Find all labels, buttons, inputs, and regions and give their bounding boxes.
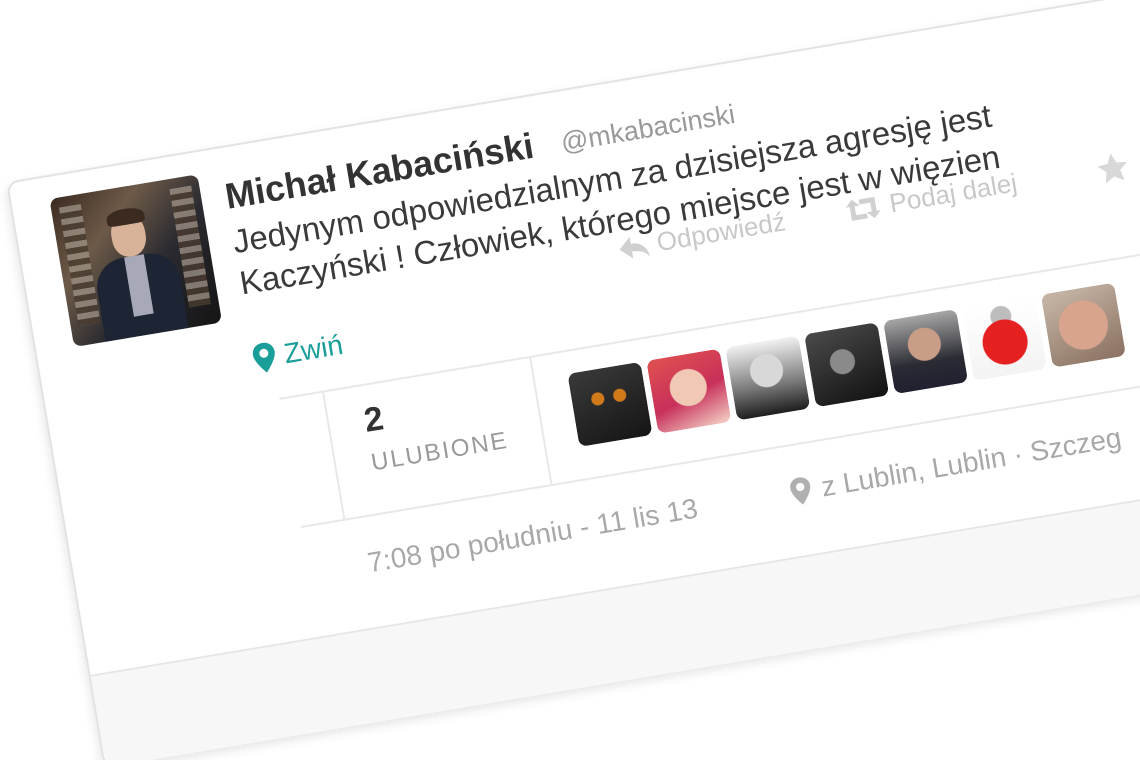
favorited-by-avatar[interactable]: [804, 322, 890, 408]
favorited-by-avatar[interactable]: [567, 361, 653, 447]
favorites-label[interactable]: ULUBIONE: [369, 427, 510, 478]
favorited-by-avatar[interactable]: [961, 295, 1048, 381]
reply-icon: [615, 231, 651, 262]
tweet-card: Michał Kabaciński @mkabacinski Jedynym o…: [6, 0, 1140, 760]
tweet-footer: [90, 427, 1140, 760]
star-icon: [1093, 149, 1132, 188]
map-pin-icon: [788, 474, 815, 507]
collapse-label: Zwiń: [281, 328, 346, 370]
favorited-by-avatar[interactable]: [882, 308, 969, 395]
favorited-by-avatar[interactable]: [1040, 282, 1127, 368]
location-label: z Lublin, Lublin · Szczeg: [818, 421, 1124, 503]
collapse-link[interactable]: Zwiń: [250, 329, 345, 376]
tweet-location[interactable]: z Lublin, Lublin · Szczeg: [787, 422, 1123, 509]
favorited-by-avatar[interactable]: [646, 348, 732, 434]
map-pin-icon: [250, 340, 279, 376]
tweet-timestamp[interactable]: 7:08 po południu - 11 lis 13: [365, 493, 700, 580]
author-avatar[interactable]: [49, 174, 223, 348]
favorited-by-avatar[interactable]: [725, 335, 811, 421]
favorite-button[interactable]: [1093, 149, 1132, 188]
stats-divider-right: [528, 355, 553, 485]
stats-divider-left: [321, 390, 346, 519]
window-decoration: [58, 203, 101, 326]
favorites-count[interactable]: 2: [361, 399, 386, 441]
retweet-icon: [842, 192, 884, 224]
stage: Michał Kabaciński @mkabacinski Jedynym o…: [0, 0, 1140, 760]
